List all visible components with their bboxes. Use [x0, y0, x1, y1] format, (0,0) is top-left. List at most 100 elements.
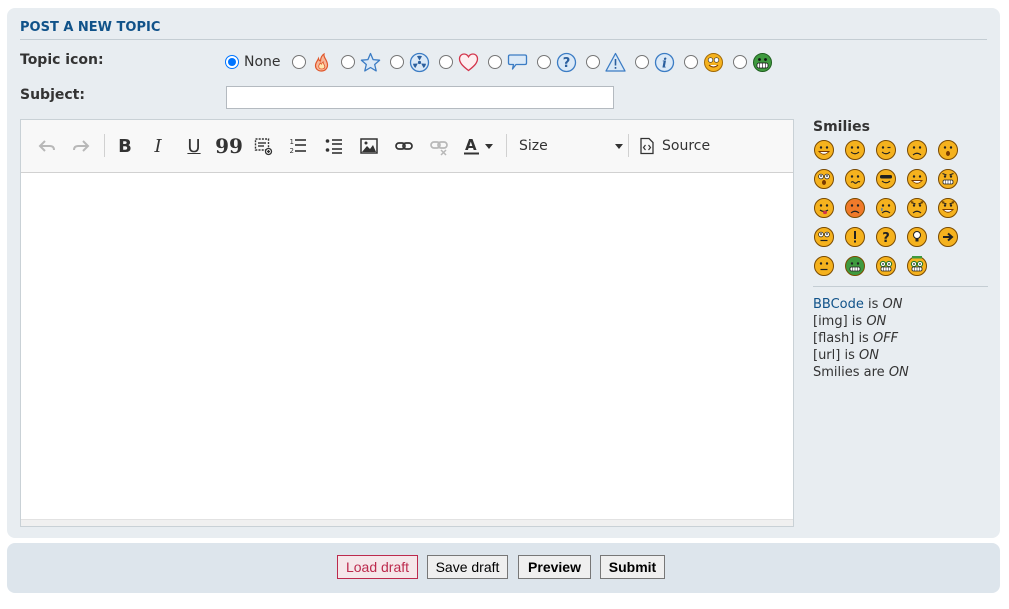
topic-icon-label: Topic icon:: [20, 52, 104, 68]
topic-icon-radio-radioactive[interactable]: [389, 55, 404, 69]
smiley-twisted-evil-icon[interactable]: [937, 197, 959, 219]
smiley-uber-geek-icon[interactable]: [906, 255, 928, 277]
bbcode-status-text: is: [863, 297, 883, 312]
topic-icon-options: None ? i: [225, 50, 782, 74]
toolbar-separator: [506, 134, 507, 157]
source-button-label: Source: [662, 138, 711, 154]
smiley-wink-icon[interactable]: [875, 139, 897, 161]
message-textarea[interactable]: [21, 173, 793, 520]
speech-bubble-icon: [507, 52, 528, 73]
smiley-arrow-icon[interactable]: [937, 226, 959, 248]
smilies-status-label: Smilies are: [813, 365, 889, 380]
question-icon: ?: [556, 52, 577, 73]
link-icon[interactable]: [392, 134, 416, 158]
subject-label: Subject:: [20, 87, 85, 103]
smiley-sad-icon[interactable]: [906, 139, 928, 161]
svg-text:?: ?: [882, 231, 890, 246]
svg-text:A: A: [465, 136, 477, 154]
numbered-list-icon[interactable]: 12: [286, 134, 310, 158]
message-editor: B I U 99 12 A Size Source: [20, 119, 794, 527]
smiley-question-icon[interactable]: ?: [875, 226, 897, 248]
info-icon: i: [654, 52, 675, 73]
url-status-value: ON: [859, 348, 879, 363]
text-color-icon[interactable]: A: [463, 134, 497, 158]
font-size-dropdown[interactable]: Size: [519, 134, 625, 158]
smiley-evil-icon[interactable]: [906, 197, 928, 219]
svg-text:2: 2: [290, 147, 294, 155]
smiley-very-happy-icon[interactable]: [813, 139, 835, 161]
editor-toolbar: B I U 99 12 A Size Source: [21, 120, 793, 173]
topic-icon-radio-green-grin[interactable]: [732, 55, 747, 69]
submit-button[interactable]: Submit: [600, 555, 665, 579]
image-icon[interactable]: [357, 134, 381, 158]
subject-input[interactable]: [226, 86, 614, 109]
smiley-laughing-icon[interactable]: [906, 168, 928, 190]
svg-text:1: 1: [290, 138, 294, 146]
panel-title: POST A NEW TOPIC: [20, 20, 987, 40]
smiley-exclamation-icon[interactable]: [844, 226, 866, 248]
smiley-neutral-icon[interactable]: [813, 255, 835, 277]
quote-button[interactable]: 99: [215, 134, 243, 158]
smiley-crying-icon[interactable]: [875, 197, 897, 219]
topic-icon-radio-question[interactable]: [536, 55, 551, 69]
smiley-embarrassed-icon[interactable]: [844, 197, 866, 219]
smiley-geek-icon[interactable]: [875, 255, 897, 277]
topic-icon-radio-speech[interactable]: [487, 55, 502, 69]
font-size-dropdown-label: Size: [519, 138, 548, 154]
preview-button[interactable]: Preview: [518, 555, 591, 579]
flash-status-value: OFF: [872, 331, 899, 346]
italic-button[interactable]: I: [146, 134, 170, 158]
green-grin-icon: [752, 52, 773, 73]
radioactive-icon: [409, 52, 430, 73]
save-draft-button[interactable]: Save draft: [427, 555, 508, 579]
smiley-shocked-icon[interactable]: [813, 168, 835, 190]
svg-text:?: ?: [562, 56, 570, 71]
chevron-down-icon: [485, 143, 493, 149]
redo-icon[interactable]: [69, 134, 93, 158]
post-topic-panel: POST A NEW TOPIC Topic icon: None ? i Su…: [7, 8, 1000, 538]
topic-icon-radio-star[interactable]: [340, 55, 355, 69]
topic-icon-radio-warning[interactable]: [585, 55, 600, 69]
bulleted-list-icon[interactable]: [322, 134, 346, 158]
heart-icon: [458, 52, 479, 73]
divider: [813, 286, 988, 287]
code-block-icon[interactable]: [251, 134, 275, 158]
source-button[interactable]: Source: [638, 134, 710, 158]
smiley-razz-icon[interactable]: [813, 197, 835, 219]
smiley-mad-icon[interactable]: [937, 168, 959, 190]
bbcode-help-link[interactable]: BBCode: [813, 297, 864, 312]
svg-text:i: i: [662, 56, 667, 71]
url-status-label: [url] is: [813, 348, 859, 363]
smilies-status-value: ON: [888, 365, 909, 380]
smiley-cool-icon[interactable]: [875, 168, 897, 190]
unlink-icon[interactable]: [427, 134, 451, 158]
source-icon: [640, 137, 654, 155]
editor-resize-bar[interactable]: [21, 519, 793, 526]
chevron-down-icon: [615, 144, 623, 149]
smiley-surprised-icon[interactable]: [937, 139, 959, 161]
bbcode-status: BBCode is ON [img] is ON [flash] is OFF …: [813, 296, 909, 381]
underline-button[interactable]: U: [182, 134, 206, 158]
topic-icon-radio-info[interactable]: [634, 55, 649, 69]
warning-icon: [604, 52, 626, 73]
topic-icon-radio-mrgreen-face[interactable]: [683, 55, 698, 69]
bold-button[interactable]: B: [113, 134, 137, 158]
mrgreen-face-icon: [703, 52, 724, 73]
smiley-smile-icon[interactable]: [844, 139, 866, 161]
submit-buttons-bar: Load draft Save draft Preview Submit: [7, 543, 1000, 593]
smiley-idea-icon[interactable]: [906, 226, 928, 248]
smiley-confused-icon[interactable]: [844, 168, 866, 190]
topic-icon-radio-none[interactable]: [225, 55, 239, 69]
topic-icon-none-label: None: [244, 54, 281, 70]
topic-icon-radio-heart[interactable]: [438, 55, 453, 69]
smiley-mr-green-icon[interactable]: [844, 255, 866, 277]
smiley-rolling-eyes-icon[interactable]: [813, 226, 835, 248]
flash-status-label: [flash] is: [813, 331, 873, 346]
undo-icon[interactable]: [35, 134, 59, 158]
bbcode-status-value: ON: [882, 297, 903, 312]
fire-icon: [311, 52, 332, 73]
topic-icon-radio-fire[interactable]: [291, 55, 306, 69]
toolbar-separator: [104, 134, 105, 157]
load-draft-button[interactable]: Load draft: [337, 555, 418, 579]
star-icon: [360, 52, 381, 73]
